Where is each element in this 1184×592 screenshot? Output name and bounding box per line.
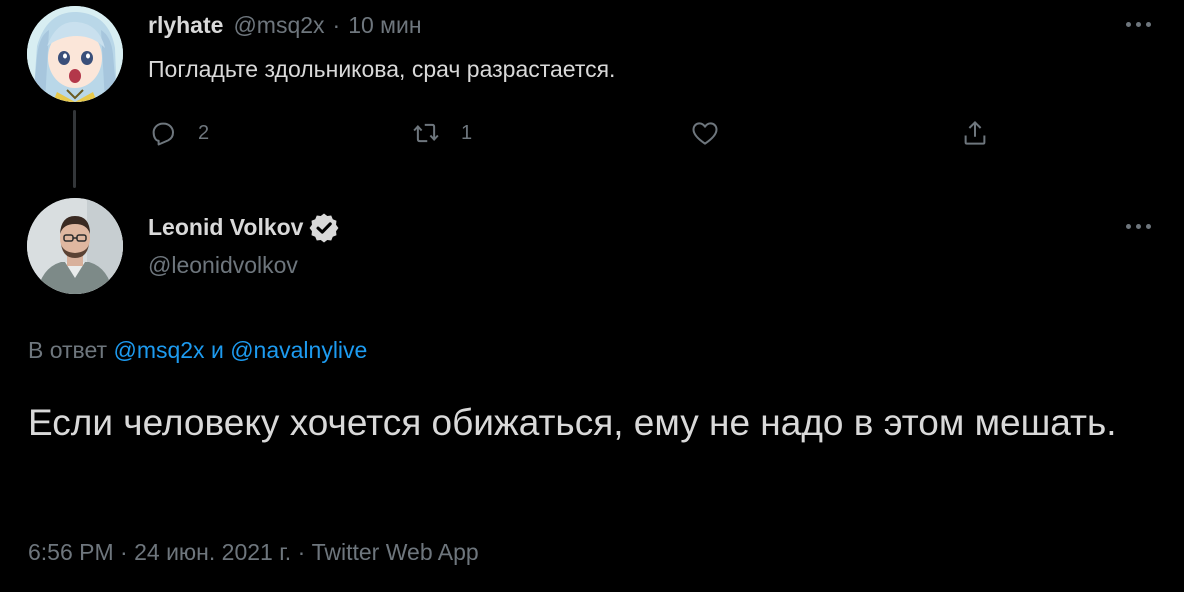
tweet-timestamp-source[interactable]: 6:56 PM · 24 июн. 2021 г. · Twitter Web … <box>28 539 479 566</box>
tweet-thread: rlyhate @msq2x · 10 мин Погладьте здольн… <box>0 0 1184 592</box>
avatar-rlyhate[interactable] <box>27 6 123 102</box>
main-tweet-text: Если человеку хочется обижаться, ему не … <box>28 402 1117 443</box>
reply-icon <box>152 122 174 146</box>
parent-timestamp[interactable]: 10 мин <box>348 12 421 39</box>
main-handle[interactable]: @leonidvolkov <box>148 252 298 279</box>
mention-link-navalnylive[interactable]: @navalnylive <box>230 337 367 363</box>
main-display-name[interactable]: Leonid Volkov <box>148 214 303 241</box>
avatar-leonid-volkov[interactable] <box>27 198 123 294</box>
retweet-button[interactable]: 1 <box>411 115 472 151</box>
parent-handle[interactable]: @msq2x <box>233 12 324 39</box>
profile-photo <box>27 198 123 294</box>
reply-button[interactable]: 2 <box>148 115 209 151</box>
more-icon[interactable] <box>1120 216 1156 236</box>
parent-tweet-text: Погладьте здольникова, срач разрастается… <box>148 56 616 82</box>
parent-tweet-header: rlyhate @msq2x · 10 мин <box>148 12 422 44</box>
share-button[interactable] <box>960 115 990 151</box>
mention-link-msq2x[interactable]: @msq2x <box>113 337 204 363</box>
reply-prefix: В ответ <box>28 337 108 363</box>
parent-display-name[interactable]: rlyhate <box>148 12 223 39</box>
reply-count: 2 <box>198 121 210 144</box>
retweet-icon <box>413 123 439 143</box>
reply-conjunction: и <box>210 337 224 363</box>
parent-tweet-actions: 2 1 <box>148 115 1018 151</box>
more-icon[interactable] <box>1120 14 1156 34</box>
reply-context: В ответ @msq2x и @navalnylive <box>28 337 367 364</box>
header-separator: · <box>332 12 341 38</box>
main-tweet-author: Leonid Volkov <box>148 209 341 245</box>
thread-connector <box>73 110 76 188</box>
verified-badge-icon <box>310 213 339 243</box>
heart-icon <box>692 122 718 145</box>
retweet-count: 1 <box>461 121 473 144</box>
anime-avatar-image <box>27 6 123 102</box>
like-button[interactable] <box>690 115 720 151</box>
share-icon <box>964 120 986 145</box>
